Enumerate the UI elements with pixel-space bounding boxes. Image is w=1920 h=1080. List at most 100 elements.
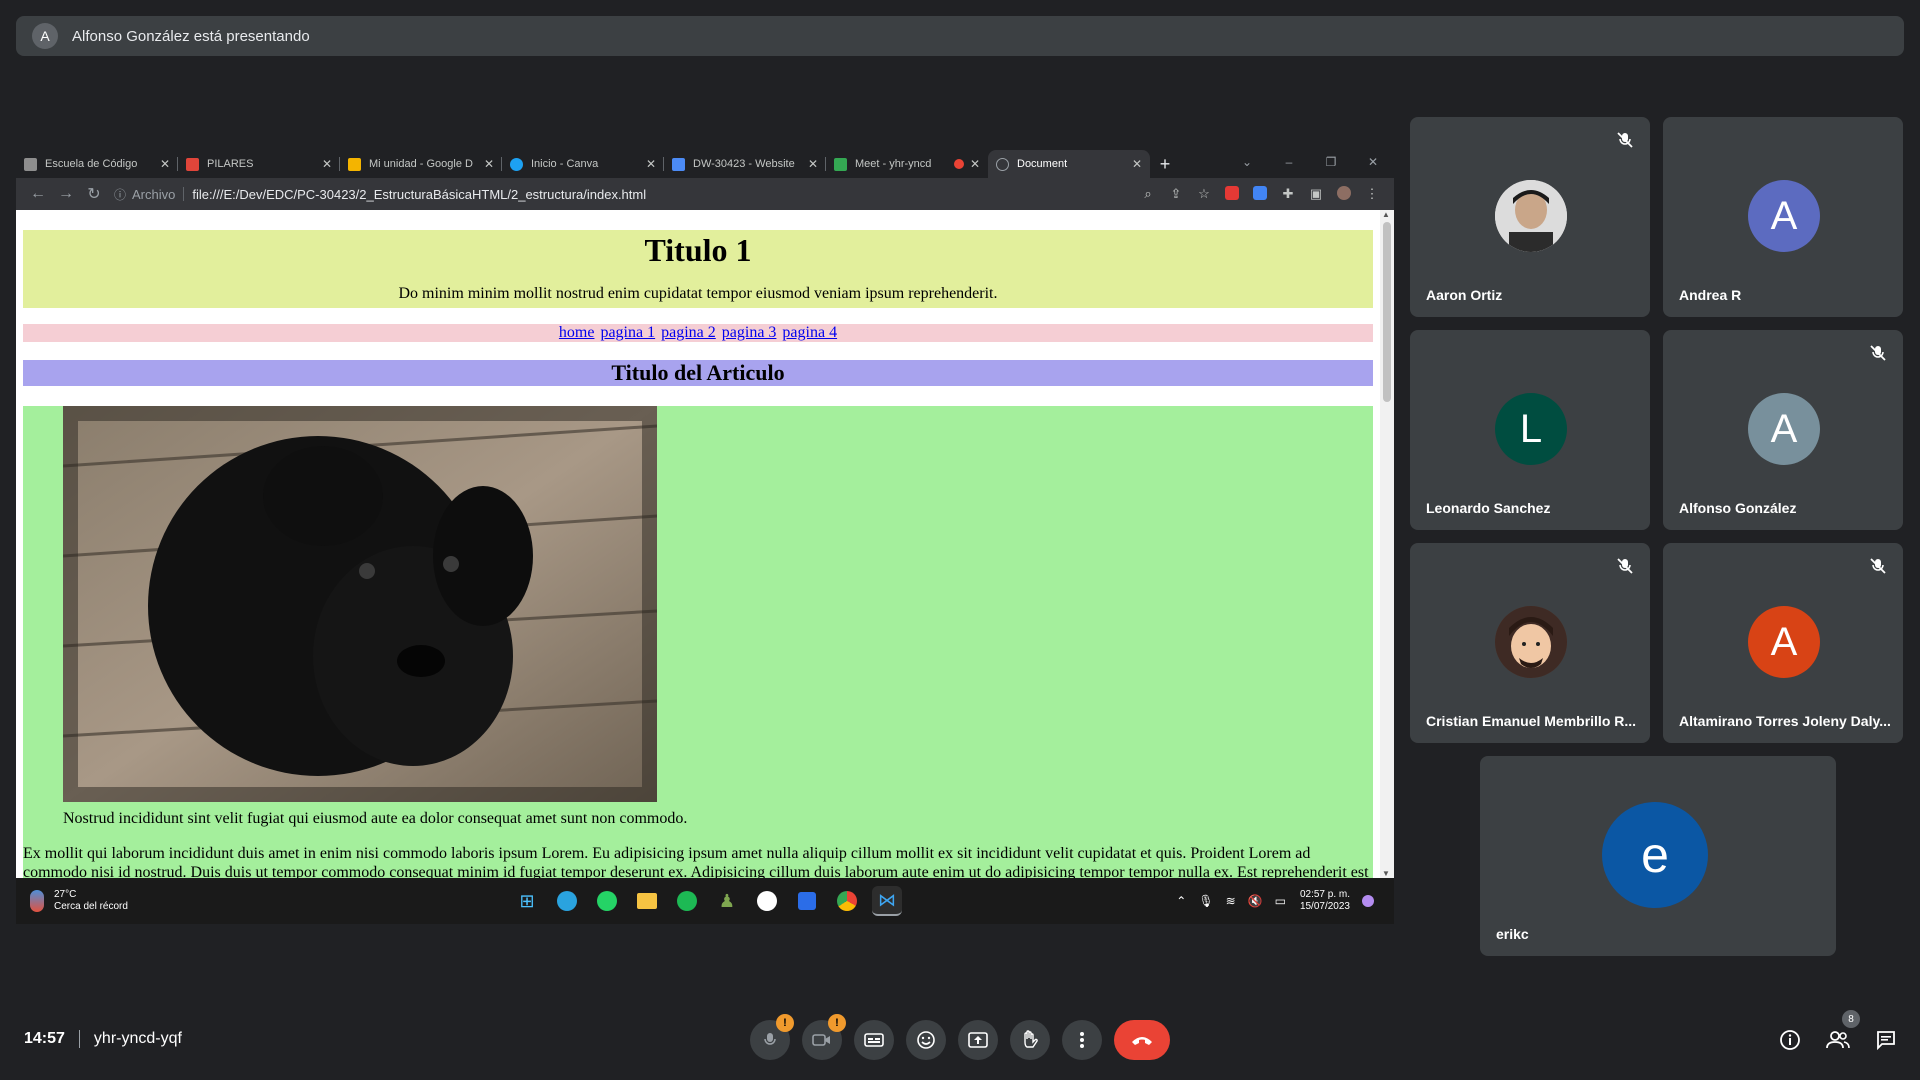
chrome-icon[interactable]: [832, 886, 862, 916]
tab-title: Inicio - Canva: [531, 158, 599, 170]
weather-note: Cerca del récord: [54, 901, 128, 912]
meeting-code: yhr-yncd-yqf: [93, 1030, 182, 1047]
microphone-icon[interactable]: 🎙: [1198, 894, 1213, 908]
present-icon: [968, 1032, 988, 1048]
recording-icon: [953, 159, 964, 169]
tab-drive[interactable]: Mi unidad - Google D ✕: [340, 150, 502, 178]
chess-icon[interactable]: ♟: [712, 886, 742, 916]
back-icon[interactable]: ←: [24, 185, 52, 203]
tab-escuela[interactable]: Escuela de Código ✕: [16, 150, 178, 178]
windows-start-icon[interactable]: ⊞: [512, 886, 542, 916]
telegram-icon[interactable]: [552, 886, 582, 916]
tab-website[interactable]: DW-30423 - Website ✕: [664, 150, 826, 178]
close-icon[interactable]: ✕: [1132, 157, 1142, 171]
meeting-details-button[interactable]: [1776, 1026, 1804, 1054]
camera-toggle-button[interactable]: !: [802, 1014, 846, 1060]
nav-link-pagina-2[interactable]: pagina 2: [661, 324, 716, 341]
participant-tile[interactable]: Cristian Emanuel Membrillo R...: [1410, 543, 1650, 743]
participant-avatar: A: [1748, 393, 1820, 465]
chat-button[interactable]: [1872, 1026, 1900, 1054]
close-window-icon[interactable]: ✕: [1352, 148, 1394, 176]
reload-icon[interactable]: ↻: [80, 184, 108, 204]
notification-icon[interactable]: [1362, 895, 1374, 907]
kebab-menu-icon[interactable]: ⋮: [1358, 186, 1386, 202]
omnibox[interactable]: ⓘ Archivo file:///E:/Dev/EDC/PC-30423/2_…: [114, 181, 1134, 207]
new-tab-button[interactable]: +: [1150, 150, 1180, 178]
close-icon[interactable]: ✕: [160, 157, 170, 171]
participant-name: Aaron Ortiz: [1426, 287, 1503, 303]
extensions-puzzle-icon[interactable]: ✚: [1274, 186, 1302, 202]
mic-off-icon: [1869, 344, 1887, 362]
emoji-icon: [917, 1031, 935, 1049]
mic-toggle-button[interactable]: !: [750, 1014, 794, 1060]
image-caption: Nostrud incididunt sint velit fugiat qui…: [63, 810, 688, 827]
reactions-button[interactable]: [906, 1020, 946, 1060]
close-icon[interactable]: ✕: [808, 157, 818, 171]
share-icon[interactable]: ⇪: [1162, 186, 1190, 202]
battery-icon[interactable]: ▭: [1275, 894, 1286, 908]
profile-icon[interactable]: [1330, 185, 1358, 203]
participant-avatar: e: [1602, 802, 1708, 908]
nav-link-pagina-1[interactable]: pagina 1: [600, 324, 655, 341]
tab-search-icon[interactable]: ⌄: [1226, 148, 1268, 176]
url-text[interactable]: file:///E:/Dev/EDC/PC-30423/2_Estructura…: [192, 187, 646, 202]
taskbar-clock[interactable]: 02:57 p. m. 15/07/2023: [1300, 889, 1350, 913]
page-scrollbar[interactable]: ▲ ▼: [1380, 210, 1394, 878]
captions-button[interactable]: [854, 1020, 894, 1060]
tab-title: PILARES: [207, 158, 254, 170]
maximize-icon[interactable]: ❐: [1310, 148, 1352, 176]
spotify-icon[interactable]: [672, 886, 702, 916]
participant-tile[interactable]: A Alfonso González: [1663, 330, 1903, 530]
tab-document[interactable]: Document ✕: [988, 150, 1150, 178]
forward-icon[interactable]: →: [52, 185, 80, 203]
participant-tile[interactable]: L Leonardo Sanchez: [1410, 330, 1650, 530]
scroll-thumb[interactable]: [1383, 222, 1391, 402]
translate-icon[interactable]: [1246, 185, 1274, 203]
nav-link-pagina-4[interactable]: pagina 4: [782, 324, 837, 341]
participant-tile[interactable]: Aaron Ortiz: [1410, 117, 1650, 317]
meeting-time: 14:57: [24, 1030, 65, 1047]
minimize-icon[interactable]: –: [1268, 148, 1310, 176]
close-icon[interactable]: ✕: [322, 157, 332, 171]
wifi-icon[interactable]: ≋: [1226, 894, 1236, 908]
zoom-icon[interactable]: ⌕: [1134, 186, 1162, 202]
weather-temp: 27°C: [54, 889, 77, 900]
people-button[interactable]: 8: [1824, 1010, 1860, 1054]
info-icon[interactable]: ⓘ: [114, 186, 126, 203]
close-icon[interactable]: ✕: [484, 157, 494, 171]
scroll-up-icon[interactable]: ▲: [1382, 210, 1390, 219]
nav-link-pagina-3[interactable]: pagina 3: [722, 324, 777, 341]
calendar-app-icon[interactable]: [792, 886, 822, 916]
participant-tile[interactable]: e erikc: [1480, 756, 1836, 956]
chat-icon: [1877, 1031, 1895, 1051]
tray-overflow-icon[interactable]: ⌃: [1176, 894, 1186, 908]
whatsapp-business-icon[interactable]: [752, 886, 782, 916]
present-screen-button[interactable]: [958, 1020, 998, 1060]
tab-favicon: [834, 157, 847, 171]
weather-widget[interactable]: 27°C Cerca del récord: [30, 889, 128, 913]
article: Nostrud incididunt sint velit fugiat qui…: [23, 406, 1373, 878]
close-icon[interactable]: ✕: [970, 157, 980, 171]
close-icon[interactable]: ✕: [646, 157, 656, 171]
raise-hand-button[interactable]: [1010, 1020, 1050, 1060]
participant-tile[interactable]: A Altamirano Torres Joleny Daly...: [1663, 543, 1903, 743]
bookmark-star-icon[interactable]: ☆: [1190, 186, 1218, 202]
participant-name: erikc: [1496, 926, 1529, 942]
tab-title: Mi unidad - Google D: [369, 158, 473, 170]
nav-link-home[interactable]: home: [559, 324, 595, 341]
more-options-button[interactable]: [1062, 1020, 1102, 1060]
leave-call-button[interactable]: [1114, 1020, 1170, 1060]
vscode-icon[interactable]: ⋈: [872, 886, 902, 916]
window-controls: ⌄ – ❐ ✕: [1226, 148, 1394, 176]
whatsapp-icon[interactable]: [592, 886, 622, 916]
volume-muted-icon[interactable]: 🔇: [1248, 894, 1263, 908]
side-panel-icon[interactable]: ▣: [1302, 186, 1330, 202]
file-explorer-icon[interactable]: [632, 886, 662, 916]
tab-meet[interactable]: Meet - yhr-yncd ✕: [826, 150, 988, 178]
participant-tile[interactable]: A Andrea R: [1663, 117, 1903, 317]
tab-canva[interactable]: Inicio - Canva ✕: [502, 150, 664, 178]
scroll-down-icon[interactable]: ▼: [1382, 869, 1390, 878]
extension-red-icon[interactable]: [1218, 185, 1246, 203]
captions-icon: [864, 1033, 884, 1047]
tab-pilares[interactable]: PILARES ✕: [178, 150, 340, 178]
